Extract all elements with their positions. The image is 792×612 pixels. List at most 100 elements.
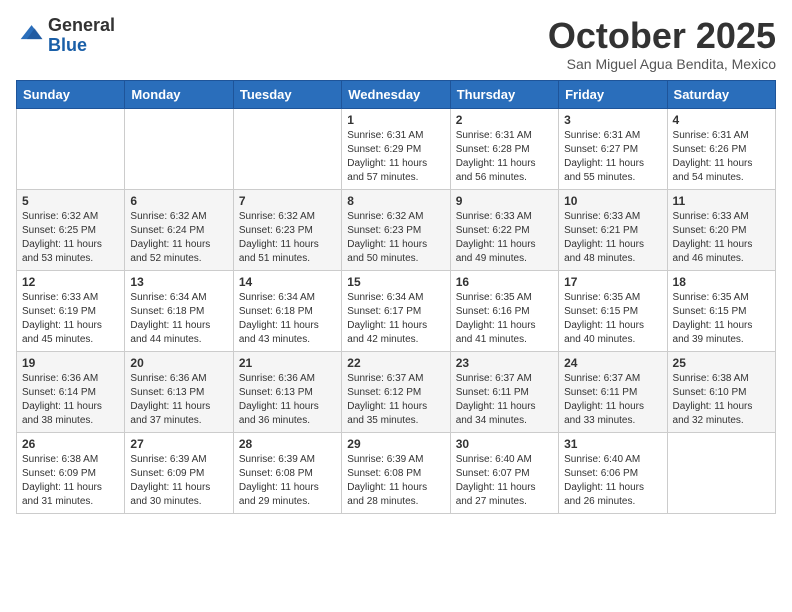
- day-number: 23: [456, 356, 553, 370]
- day-number: 5: [22, 194, 119, 208]
- logo-text: General Blue: [48, 16, 115, 56]
- calendar-cell: 28 Sunrise: 6:39 AMSunset: 6:08 PMDayligh…: [233, 432, 341, 513]
- day-info: Sunrise: 6:34 AMSunset: 6:17 PMDaylight:…: [347, 291, 444, 347]
- day-number: 3: [564, 113, 661, 127]
- calendar-cell: 30 Sunrise: 6:40 AMSunset: 6:07 PMDayligh…: [450, 432, 558, 513]
- calendar-cell: 10 Sunrise: 6:33 AMSunset: 6:21 PMDayligh…: [559, 189, 667, 270]
- day-info: Sunrise: 6:38 AMSunset: 6:10 PMDaylight:…: [673, 372, 770, 428]
- calendar-header-row: SundayMondayTuesdayWednesdayThursdayFrid…: [17, 80, 776, 108]
- day-info: Sunrise: 6:32 AMSunset: 6:24 PMDaylight:…: [130, 210, 227, 266]
- calendar-cell: [125, 108, 233, 189]
- day-number: 25: [673, 356, 770, 370]
- calendar-cell: 17 Sunrise: 6:35 AMSunset: 6:15 PMDayligh…: [559, 270, 667, 351]
- day-info: Sunrise: 6:33 AMSunset: 6:22 PMDaylight:…: [456, 210, 553, 266]
- calendar-week-row: 26 Sunrise: 6:38 AMSunset: 6:09 PMDayligh…: [17, 432, 776, 513]
- day-info: Sunrise: 6:33 AMSunset: 6:19 PMDaylight:…: [22, 291, 119, 347]
- day-info: Sunrise: 6:31 AMSunset: 6:27 PMDaylight:…: [564, 129, 661, 185]
- day-number: 14: [239, 275, 336, 289]
- logo: General Blue: [16, 16, 115, 56]
- day-info: Sunrise: 6:32 AMSunset: 6:25 PMDaylight:…: [22, 210, 119, 266]
- calendar-cell: 20Sunrise: 6:36 AMSunset: 6:13 PMDayligh…: [125, 351, 233, 432]
- logo-blue-text: Blue: [48, 36, 115, 56]
- day-of-week-header: Tuesday: [233, 80, 341, 108]
- day-info: Sunrise: 6:31 AMSunset: 6:28 PMDaylight:…: [456, 129, 553, 185]
- day-info: Sunrise: 6:38 AMSunset: 6:09 PMDaylight:…: [22, 453, 119, 509]
- page-header: General Blue October 2025 San Miguel Agu…: [16, 16, 776, 72]
- day-number: 21: [239, 356, 336, 370]
- calendar-cell: 13 Sunrise: 6:34 AMSunset: 6:18 PMDayligh…: [125, 270, 233, 351]
- month-title: October 2025: [548, 16, 776, 56]
- day-number: 10: [564, 194, 661, 208]
- calendar-cell: 7 Sunrise: 6:32 AMSunset: 6:23 PMDaylight…: [233, 189, 341, 270]
- calendar-cell: 8Sunrise: 6:32 AMSunset: 6:23 PMDaylight…: [342, 189, 450, 270]
- day-number: 15: [347, 275, 444, 289]
- day-info: Sunrise: 6:34 AMSunset: 6:18 PMDaylight:…: [130, 291, 227, 347]
- day-info: Sunrise: 6:34 AMSunset: 6:18 PMDaylight:…: [239, 291, 336, 347]
- day-number: 6: [130, 194, 227, 208]
- day-info: Sunrise: 6:33 AMSunset: 6:21 PMDaylight:…: [564, 210, 661, 266]
- day-number: 22: [347, 356, 444, 370]
- calendar-cell: 24 Sunrise: 6:37 AMSunset: 6:11 PMDayligh…: [559, 351, 667, 432]
- day-info: Sunrise: 6:37 AMSunset: 6:11 PMDaylight:…: [456, 372, 553, 428]
- day-of-week-header: Wednesday: [342, 80, 450, 108]
- calendar-week-row: 19 Sunrise: 6:36 AMSunset: 6:14 PMDayligh…: [17, 351, 776, 432]
- day-number: 19: [22, 356, 119, 370]
- day-info: Sunrise: 6:39 AMSunset: 6:08 PMDaylight:…: [239, 453, 336, 509]
- day-info: Sunrise: 6:36 AMSunset: 6:13 PMDaylight:…: [239, 372, 336, 428]
- day-number: 24: [564, 356, 661, 370]
- calendar-cell: 25 Sunrise: 6:38 AMSunset: 6:10 PMDayligh…: [667, 351, 775, 432]
- day-number: 8: [347, 194, 444, 208]
- calendar-cell: 14 Sunrise: 6:34 AMSunset: 6:18 PMDayligh…: [233, 270, 341, 351]
- day-number: 7: [239, 194, 336, 208]
- day-of-week-header: Friday: [559, 80, 667, 108]
- day-number: 12: [22, 275, 119, 289]
- day-number: 31: [564, 437, 661, 451]
- day-number: 1: [347, 113, 444, 127]
- calendar-cell: 16 Sunrise: 6:35 AMSunset: 6:16 PMDayligh…: [450, 270, 558, 351]
- calendar-cell: 2 Sunrise: 6:31 AMSunset: 6:28 PMDaylight…: [450, 108, 558, 189]
- day-number: 30: [456, 437, 553, 451]
- day-of-week-header: Monday: [125, 80, 233, 108]
- day-info: Sunrise: 6:35 AMSunset: 6:15 PMDaylight:…: [564, 291, 661, 347]
- day-of-week-header: Sunday: [17, 80, 125, 108]
- day-number: 11: [673, 194, 770, 208]
- day-number: 2: [456, 113, 553, 127]
- day-info: Sunrise: 6:40 AMSunset: 6:07 PMDaylight:…: [456, 453, 553, 509]
- calendar-week-row: 5 Sunrise: 6:32 AMSunset: 6:25 PMDaylight…: [17, 189, 776, 270]
- day-info: Sunrise: 6:31 AMSunset: 6:26 PMDaylight:…: [673, 129, 770, 185]
- calendar-cell: [17, 108, 125, 189]
- day-number: 29: [347, 437, 444, 451]
- title-block: October 2025 San Miguel Agua Bendita, Me…: [548, 16, 776, 72]
- day-number: 13: [130, 275, 227, 289]
- day-number: 16: [456, 275, 553, 289]
- calendar-cell: [667, 432, 775, 513]
- day-info: Sunrise: 6:40 AMSunset: 6:06 PMDaylight:…: [564, 453, 661, 509]
- calendar-cell: 11 Sunrise: 6:33 AMSunset: 6:20 PMDayligh…: [667, 189, 775, 270]
- logo-icon: [16, 22, 44, 50]
- day-info: Sunrise: 6:32 AMSunset: 6:23 PMDaylight:…: [239, 210, 336, 266]
- day-number: 9: [456, 194, 553, 208]
- calendar-cell: 23 Sunrise: 6:37 AMSunset: 6:11 PMDayligh…: [450, 351, 558, 432]
- day-number: 27: [130, 437, 227, 451]
- day-info: Sunrise: 6:33 AMSunset: 6:20 PMDaylight:…: [673, 210, 770, 266]
- calendar-cell: 26 Sunrise: 6:38 AMSunset: 6:09 PMDayligh…: [17, 432, 125, 513]
- calendar-cell: 6 Sunrise: 6:32 AMSunset: 6:24 PMDaylight…: [125, 189, 233, 270]
- day-info: Sunrise: 6:36 AMSunset: 6:14 PMDaylight:…: [22, 372, 119, 428]
- day-number: 28: [239, 437, 336, 451]
- day-info: Sunrise: 6:35 AMSunset: 6:15 PMDaylight:…: [673, 291, 770, 347]
- calendar-cell: 21 Sunrise: 6:36 AMSunset: 6:13 PMDayligh…: [233, 351, 341, 432]
- location-title: San Miguel Agua Bendita, Mexico: [548, 56, 776, 72]
- day-number: 26: [22, 437, 119, 451]
- calendar-cell: 18Sunrise: 6:35 AMSunset: 6:15 PMDayligh…: [667, 270, 775, 351]
- calendar-cell: [233, 108, 341, 189]
- day-number: 17: [564, 275, 661, 289]
- day-info: Sunrise: 6:37 AMSunset: 6:11 PMDaylight:…: [564, 372, 661, 428]
- day-info: Sunrise: 6:36 AMSunset: 6:13 PMDaylight:…: [130, 372, 227, 428]
- calendar-cell: 5 Sunrise: 6:32 AMSunset: 6:25 PMDaylight…: [17, 189, 125, 270]
- calendar-week-row: 12 Sunrise: 6:33 AMSunset: 6:19 PMDayligh…: [17, 270, 776, 351]
- calendar-cell: 22Sunrise: 6:37 AMSunset: 6:12 PMDayligh…: [342, 351, 450, 432]
- calendar-cell: 4Sunrise: 6:31 AMSunset: 6:26 PMDaylight…: [667, 108, 775, 189]
- day-info: Sunrise: 6:35 AMSunset: 6:16 PMDaylight:…: [456, 291, 553, 347]
- calendar-table: SundayMondayTuesdayWednesdayThursdayFrid…: [16, 80, 776, 514]
- calendar-week-row: 1Sunrise: 6:31 AMSunset: 6:29 PMDaylight…: [17, 108, 776, 189]
